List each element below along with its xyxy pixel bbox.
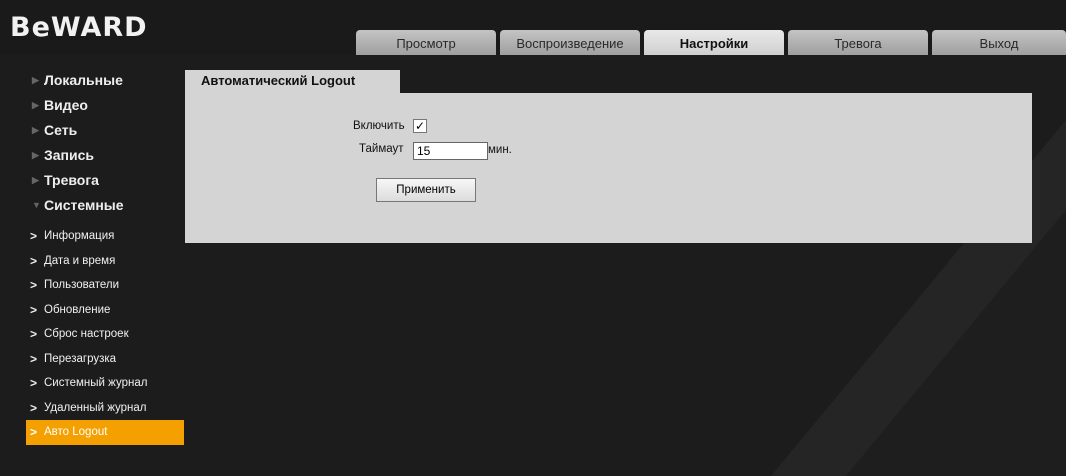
expand-arrow-icon: ▶ — [32, 125, 39, 135]
sidebar-item-alarm[interactable]: ▶ Тревога — [30, 168, 190, 193]
settings-panel: Включить ✓ Таймаут 15 мин. Применить — [185, 93, 1032, 243]
chevron-right-icon: > — [30, 229, 38, 243]
panel-title: Автоматический Logout — [185, 70, 400, 93]
top-bar: BeWARD Просмотр Воспроизведение Настройк… — [0, 0, 1066, 55]
enable-checkbox[interactable]: ✓ — [413, 119, 427, 133]
sidebar-item-label: Видео — [44, 97, 88, 113]
sidebar-subitem-label: Авто Logout — [44, 426, 108, 438]
expand-arrow-icon: ▶ — [32, 75, 39, 85]
collapse-arrow-icon: ▼ — [32, 200, 41, 210]
expand-arrow-icon: ▶ — [32, 150, 39, 160]
chevron-right-icon: > — [30, 302, 38, 317]
sidebar-subitem-label: Дата и время — [44, 254, 116, 267]
sidebar-subitem-system-log[interactable]: > Системный журнал — [30, 371, 190, 396]
sidebar-subitem-label: Пользователи — [44, 279, 120, 291]
sidebar-subitem-label: Обновление — [44, 303, 111, 316]
chevron-right-icon: > — [30, 278, 38, 292]
timeout-unit: мин. — [488, 144, 512, 156]
chevron-right-icon: > — [30, 400, 38, 415]
sidebar-item-network[interactable]: ▶ Сеть — [30, 118, 190, 143]
expand-arrow-icon: ▶ — [32, 100, 39, 110]
sidebar-subitem-remote-log[interactable]: > Удаленный журнал — [30, 396, 190, 421]
apply-button[interactable]: Применить — [376, 178, 476, 202]
tab-settings[interactable]: Настройки — [644, 30, 784, 55]
chevron-right-icon: > — [30, 253, 38, 268]
tab-alarm[interactable]: Тревога — [788, 30, 928, 55]
timeout-label: Таймаут — [359, 143, 404, 155]
sidebar-subitem-datetime[interactable]: > Дата и время — [30, 249, 190, 274]
sidebar-subitem-label: Сброс настроек — [44, 328, 129, 340]
tab-exit[interactable]: Выход — [932, 30, 1066, 55]
sidebar-subitem-label: Перезагрузка — [44, 352, 117, 365]
sidebar-item-local[interactable]: ▶ Локальные — [30, 68, 190, 93]
chevron-right-icon: > — [30, 376, 38, 390]
expand-arrow-icon: ▶ — [32, 175, 39, 185]
sidebar-item-system[interactable]: ▼ Системные — [30, 193, 190, 218]
sidebar-subitem-reboot[interactable]: > Перезагрузка — [30, 347, 190, 372]
sidebar-item-video[interactable]: ▶ Видео — [30, 93, 190, 118]
tab-playback[interactable]: Воспроизведение — [500, 30, 640, 55]
sidebar-item-label: Запись — [44, 147, 95, 163]
chevron-right-icon: > — [30, 327, 38, 341]
chevron-right-icon: > — [30, 351, 38, 366]
beward-logo: BeWARD — [10, 12, 148, 43]
tab-view[interactable]: Просмотр — [356, 30, 496, 55]
sidebar: ▶ Локальные ▶ Видео ▶ Сеть ▶ Запись ▶ Тр… — [26, 68, 190, 445]
sidebar-item-record[interactable]: ▶ Запись — [30, 143, 190, 168]
timeout-input[interactable]: 15 — [413, 142, 488, 160]
sidebar-subitem-update[interactable]: > Обновление — [30, 298, 190, 323]
sidebar-subitem-label: Удаленный журнал — [44, 401, 147, 414]
sidebar-subitem-users[interactable]: > Пользователи — [30, 273, 190, 298]
sidebar-subitem-info[interactable]: > Информация — [30, 224, 190, 249]
sidebar-item-label: Сеть — [44, 122, 78, 138]
sidebar-subitem-reset[interactable]: > Сброс настроек — [30, 322, 190, 347]
sidebar-subitem-label: Информация — [44, 230, 115, 242]
sidebar-subitem-auto-logout[interactable]: > Авто Logout — [26, 420, 184, 445]
sidebar-item-label: Локальные — [44, 72, 123, 88]
sidebar-item-label: Тревога — [44, 172, 99, 188]
sidebar-item-label: Системные — [44, 197, 124, 213]
sidebar-subitem-label: Системный журнал — [44, 377, 148, 389]
chevron-right-icon: > — [30, 425, 38, 439]
enable-label: Включить — [353, 120, 405, 132]
